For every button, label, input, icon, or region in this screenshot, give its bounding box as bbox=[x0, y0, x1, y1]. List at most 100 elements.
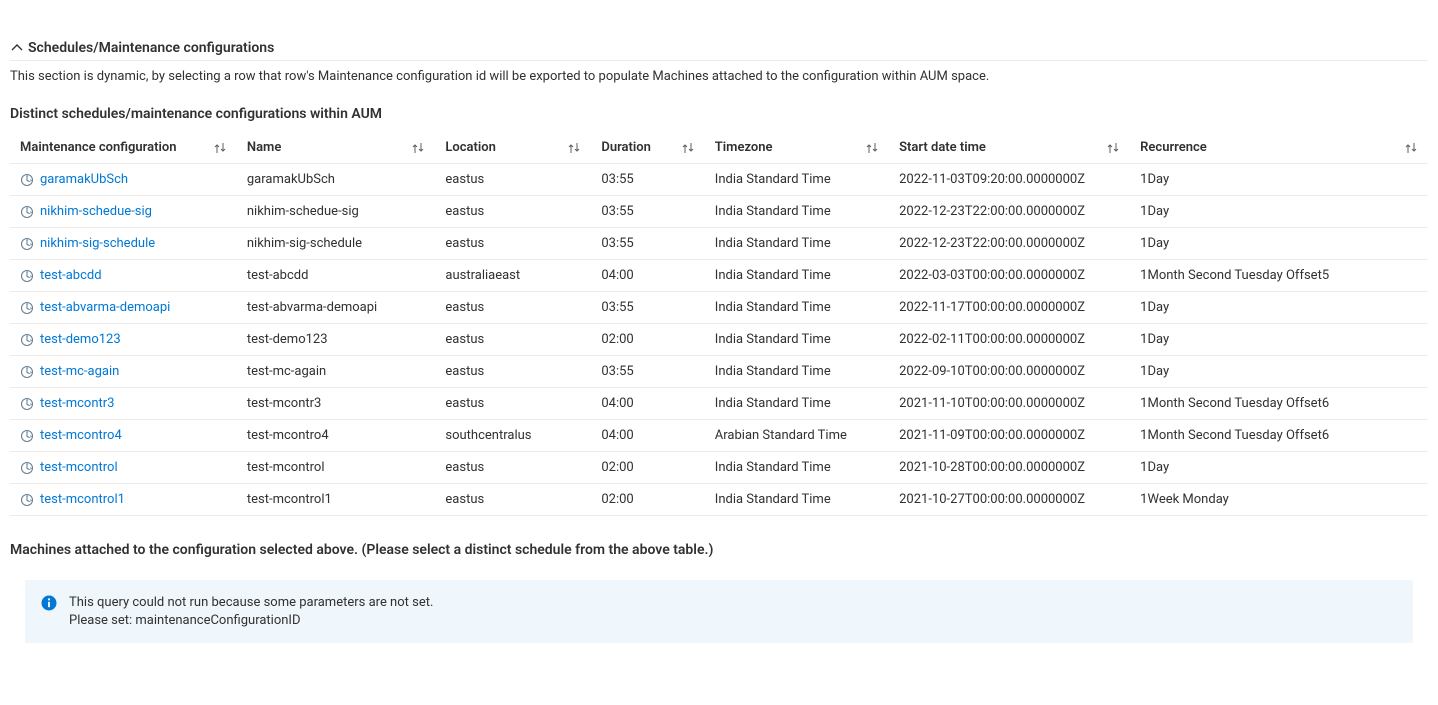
maintenance-config-link[interactable]: test-mcontrol1 bbox=[40, 492, 125, 507]
cell-name: nikhim-sig-schedule bbox=[237, 228, 436, 260]
cell-name: test-mcontr3 bbox=[237, 388, 436, 420]
cell-recurrence: 1Day bbox=[1130, 164, 1428, 196]
cell-duration: 03:55 bbox=[591, 196, 704, 228]
maintenance-config-icon bbox=[20, 301, 34, 315]
cell-timezone: India Standard Time bbox=[705, 388, 889, 420]
table-row[interactable]: test-demo123 test-demo123 eastus 02:00 I… bbox=[10, 324, 1428, 356]
table-row[interactable]: test-mcontro4 test-mcontro4 southcentral… bbox=[10, 420, 1428, 452]
cell-recurrence: 1Day bbox=[1130, 228, 1428, 260]
cell-timezone: India Standard Time bbox=[705, 164, 889, 196]
cell-start: 2022-12-23T22:00:00.0000000Z bbox=[889, 196, 1130, 228]
cell-duration: 03:55 bbox=[591, 164, 704, 196]
cell-timezone: India Standard Time bbox=[705, 324, 889, 356]
cell-start: 2021-11-10T00:00:00.0000000Z bbox=[889, 388, 1130, 420]
maintenance-config-link[interactable]: test-demo123 bbox=[40, 332, 121, 347]
cell-start: 2022-12-23T22:00:00.0000000Z bbox=[889, 228, 1130, 260]
maintenance-config-link[interactable]: test-abcdd bbox=[40, 268, 102, 283]
table-row[interactable]: test-mcontrol1 test-mcontrol1 eastus 02:… bbox=[10, 484, 1428, 516]
col-header-timezone[interactable]: Timezone bbox=[705, 132, 889, 164]
maintenance-config-link[interactable]: test-mcontro4 bbox=[40, 428, 122, 443]
table-title: Distinct schedules/maintenance configura… bbox=[10, 106, 1428, 132]
maintenance-config-icon bbox=[20, 269, 34, 283]
maintenance-config-icon bbox=[20, 493, 34, 507]
cell-timezone: India Standard Time bbox=[705, 484, 889, 516]
cell-start: 2021-11-09T00:00:00.0000000Z bbox=[889, 420, 1130, 452]
section-header-schedules[interactable]: Schedules/Maintenance configurations bbox=[10, 0, 1428, 60]
cell-duration: 02:00 bbox=[591, 324, 704, 356]
cell-timezone: India Standard Time bbox=[705, 228, 889, 260]
cell-name: test-mcontrol bbox=[237, 452, 436, 484]
cell-duration: 02:00 bbox=[591, 484, 704, 516]
cell-timezone: India Standard Time bbox=[705, 292, 889, 324]
cell-duration: 02:00 bbox=[591, 452, 704, 484]
cell-start: 2022-11-03T09:20:00.0000000Z bbox=[889, 164, 1130, 196]
table-row[interactable]: test-mc-again test-mc-again eastus 03:55… bbox=[10, 356, 1428, 388]
sort-icon bbox=[411, 142, 425, 154]
table-row[interactable]: nikhim-sig-schedule nikhim-sig-schedule … bbox=[10, 228, 1428, 260]
cell-start: 2021-10-28T00:00:00.0000000Z bbox=[889, 452, 1130, 484]
col-header-maintenance-configuration[interactable]: Maintenance configuration bbox=[10, 132, 237, 164]
cell-recurrence: 1Day bbox=[1130, 324, 1428, 356]
maintenance-config-link[interactable]: nikhim-sig-schedule bbox=[40, 236, 155, 251]
cell-start: 2022-03-03T00:00:00.0000000Z bbox=[889, 260, 1130, 292]
cell-name: garamakUbSch bbox=[237, 164, 436, 196]
cell-duration: 04:00 bbox=[591, 420, 704, 452]
cell-name: test-abcdd bbox=[237, 260, 436, 292]
col-header-start[interactable]: Start date time bbox=[889, 132, 1130, 164]
cell-location: eastus bbox=[435, 292, 591, 324]
table-row[interactable]: test-abvarma-demoapi test-abvarma-demoap… bbox=[10, 292, 1428, 324]
cell-duration: 03:55 bbox=[591, 228, 704, 260]
cell-location: southcentralus bbox=[435, 420, 591, 452]
cell-start: 2021-10-27T00:00:00.0000000Z bbox=[889, 484, 1130, 516]
section-description: This section is dynamic, by selecting a … bbox=[10, 69, 1428, 106]
sort-icon bbox=[1106, 142, 1120, 154]
cell-location: eastus bbox=[435, 356, 591, 388]
cell-name: test-mcontrol1 bbox=[237, 484, 436, 516]
table-row[interactable]: test-mcontrol test-mcontrol eastus 02:00… bbox=[10, 452, 1428, 484]
cell-start: 2022-09-10T00:00:00.0000000Z bbox=[889, 356, 1130, 388]
col-header-duration[interactable]: Duration bbox=[591, 132, 704, 164]
cell-location: eastus bbox=[435, 388, 591, 420]
table-row[interactable]: nikhim-schedue-sig nikhim-schedue-sig ea… bbox=[10, 196, 1428, 228]
maintenance-config-link[interactable]: nikhim-schedue-sig bbox=[40, 204, 152, 219]
info-message-line1: This query could not run because some pa… bbox=[69, 594, 433, 612]
info-box: This query could not run because some pa… bbox=[25, 580, 1413, 643]
cell-name: nikhim-schedue-sig bbox=[237, 196, 436, 228]
cell-recurrence: 1Month Second Tuesday Offset6 bbox=[1130, 420, 1428, 452]
sort-icon bbox=[1404, 142, 1418, 154]
maintenance-config-icon bbox=[20, 205, 34, 219]
table-row[interactable]: test-abcdd test-abcdd australiaeast 04:0… bbox=[10, 260, 1428, 292]
table-row[interactable]: garamakUbSch garamakUbSch eastus 03:55 I… bbox=[10, 164, 1428, 196]
maintenance-config-link[interactable]: garamakUbSch bbox=[40, 172, 128, 187]
sort-icon bbox=[213, 142, 227, 154]
cell-recurrence: 1Day bbox=[1130, 196, 1428, 228]
cell-location: eastus bbox=[435, 164, 591, 196]
cell-timezone: India Standard Time bbox=[705, 452, 889, 484]
grid-scroll-region[interactable]: garamakUbSch garamakUbSch eastus 03:55 I… bbox=[10, 164, 1428, 516]
cell-timezone: India Standard Time bbox=[705, 196, 889, 228]
sort-icon bbox=[567, 142, 581, 154]
maintenance-config-icon bbox=[20, 461, 34, 475]
cell-recurrence: 1Month Second Tuesday Offset6 bbox=[1130, 388, 1428, 420]
maintenance-config-icon bbox=[20, 237, 34, 251]
cell-start: 2022-11-17T00:00:00.0000000Z bbox=[889, 292, 1130, 324]
maintenance-config-link[interactable]: test-abvarma-demoapi bbox=[40, 300, 170, 315]
maintenance-config-link[interactable]: test-mc-again bbox=[40, 364, 119, 379]
cell-recurrence: 1Day bbox=[1130, 452, 1428, 484]
cell-timezone: Arabian Standard Time bbox=[705, 420, 889, 452]
col-header-location[interactable]: Location bbox=[435, 132, 591, 164]
col-header-recurrence[interactable]: Recurrence bbox=[1130, 132, 1428, 164]
maintenance-config-link[interactable]: test-mcontr3 bbox=[40, 396, 114, 411]
sort-icon bbox=[865, 142, 879, 154]
section-title: Schedules/Maintenance configurations bbox=[28, 40, 274, 56]
maintenance-config-icon bbox=[20, 173, 34, 187]
cell-duration: 03:55 bbox=[591, 292, 704, 324]
maintenance-config-link[interactable]: test-mcontrol bbox=[40, 460, 118, 475]
cell-location: eastus bbox=[435, 484, 591, 516]
table-row[interactable]: test-mcontr3 test-mcontr3 eastus 04:00 I… bbox=[10, 388, 1428, 420]
cell-duration: 04:00 bbox=[591, 388, 704, 420]
info-icon bbox=[41, 595, 57, 611]
col-header-name[interactable]: Name bbox=[237, 132, 436, 164]
cell-location: eastus bbox=[435, 452, 591, 484]
cell-duration: 04:00 bbox=[591, 260, 704, 292]
